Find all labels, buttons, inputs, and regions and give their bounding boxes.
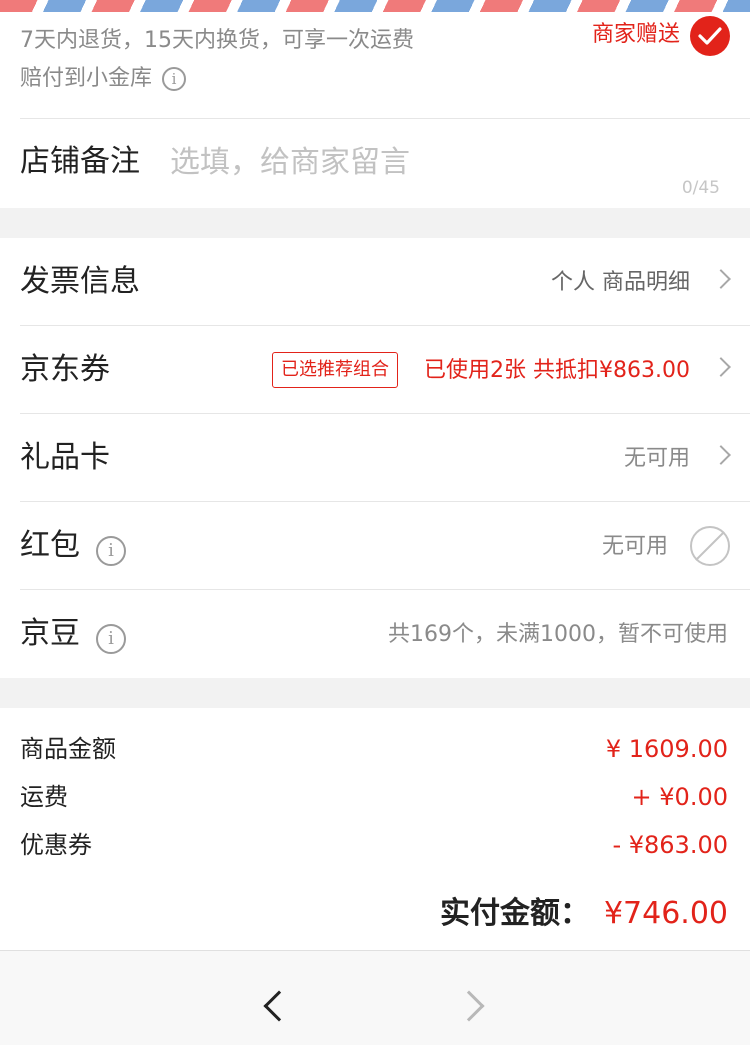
chevron-right-icon[interactable] — [453, 990, 485, 1022]
invoice-value: 个人 商品明细 — [551, 270, 690, 295]
airmail-border — [0, 0, 750, 12]
order-totals-card: 商品金额 ¥ 1609.00 运费 + ¥0.00 优惠券 - ¥863.00 … — [0, 708, 750, 950]
jd-coupon-value: 已使用2张 共抵扣¥863.00 — [424, 358, 690, 383]
divider — [20, 118, 750, 119]
gift-card-label: 礼品卡 — [20, 440, 110, 475]
jd-beans-label: 京豆 — [20, 616, 80, 651]
jd-beans-row: 京豆 i 共169个，未满1000，暂不可使用 — [0, 590, 750, 678]
chevron-right-icon — [711, 269, 731, 289]
invoice-row[interactable]: 发票信息 个人 商品明细 — [0, 238, 750, 326]
store-remark-label: 店铺备注 — [20, 144, 140, 179]
info-icon[interactable]: i — [96, 624, 126, 654]
red-packet-row: 红包 i 无可用 — [0, 502, 750, 590]
store-remark-input[interactable] — [170, 140, 710, 184]
coupon-discount-value: - ¥863.00 — [612, 831, 728, 859]
shipping-value: + ¥0.00 — [631, 783, 728, 811]
remark-char-counter: 0/45 — [681, 178, 720, 198]
jd-beans-value: 共169个，未满1000，暂不可使用 — [388, 622, 728, 647]
info-icon[interactable]: i — [162, 67, 187, 91]
disabled-icon — [690, 526, 730, 566]
payment-options-card: 发票信息 个人 商品明细 京东券 已选推荐组合 已使用2张 共抵扣¥863.00… — [0, 238, 750, 678]
chevron-right-icon — [711, 445, 731, 465]
red-packet-value: 无可用 — [601, 534, 668, 559]
jd-coupon-row[interactable]: 京东券 已选推荐组合 已使用2张 共抵扣¥863.00 — [0, 326, 750, 414]
return-policy-line1: 7天内退货，15天内换货，可享一次运费 — [20, 28, 414, 53]
jd-coupon-label: 京东券 — [20, 352, 110, 387]
return-policy-text: 7天内退货，15天内换货，可享一次运费 赔付到小金库 i — [20, 22, 490, 98]
amount-payable-value: ¥746.00 — [603, 896, 728, 931]
red-packet-label: 红包 — [20, 528, 80, 563]
chevron-right-icon — [711, 357, 731, 377]
amount-payable-label: 实付金额： — [440, 896, 590, 931]
info-icon[interactable]: i — [96, 536, 126, 566]
gift-card-row[interactable]: 礼品卡 无可用 — [0, 414, 750, 502]
coupon-discount-label: 优惠券 — [20, 831, 92, 859]
bottom-navigation-bar — [0, 950, 750, 1045]
return-policy-line2: 赔付到小金库 — [20, 66, 153, 91]
merchant-gift-label[interactable]: 商家赠送 — [592, 20, 680, 50]
shipping-label: 运费 — [20, 783, 68, 811]
goods-amount-value: ¥ 1609.00 — [605, 735, 728, 763]
chevron-left-icon[interactable] — [263, 990, 295, 1022]
order-info-card: 7天内退货，15天内换货，可享一次运费 赔付到小金库 i 商家赠送 店铺备注 0/… — [0, 12, 750, 208]
gift-card-value: 无可用 — [623, 446, 690, 471]
check-circle-icon[interactable] — [690, 16, 730, 56]
goods-amount-label: 商品金额 — [20, 735, 116, 763]
recommended-combo-tag: 已选推荐组合 — [272, 352, 398, 388]
invoice-label: 发票信息 — [20, 264, 140, 299]
